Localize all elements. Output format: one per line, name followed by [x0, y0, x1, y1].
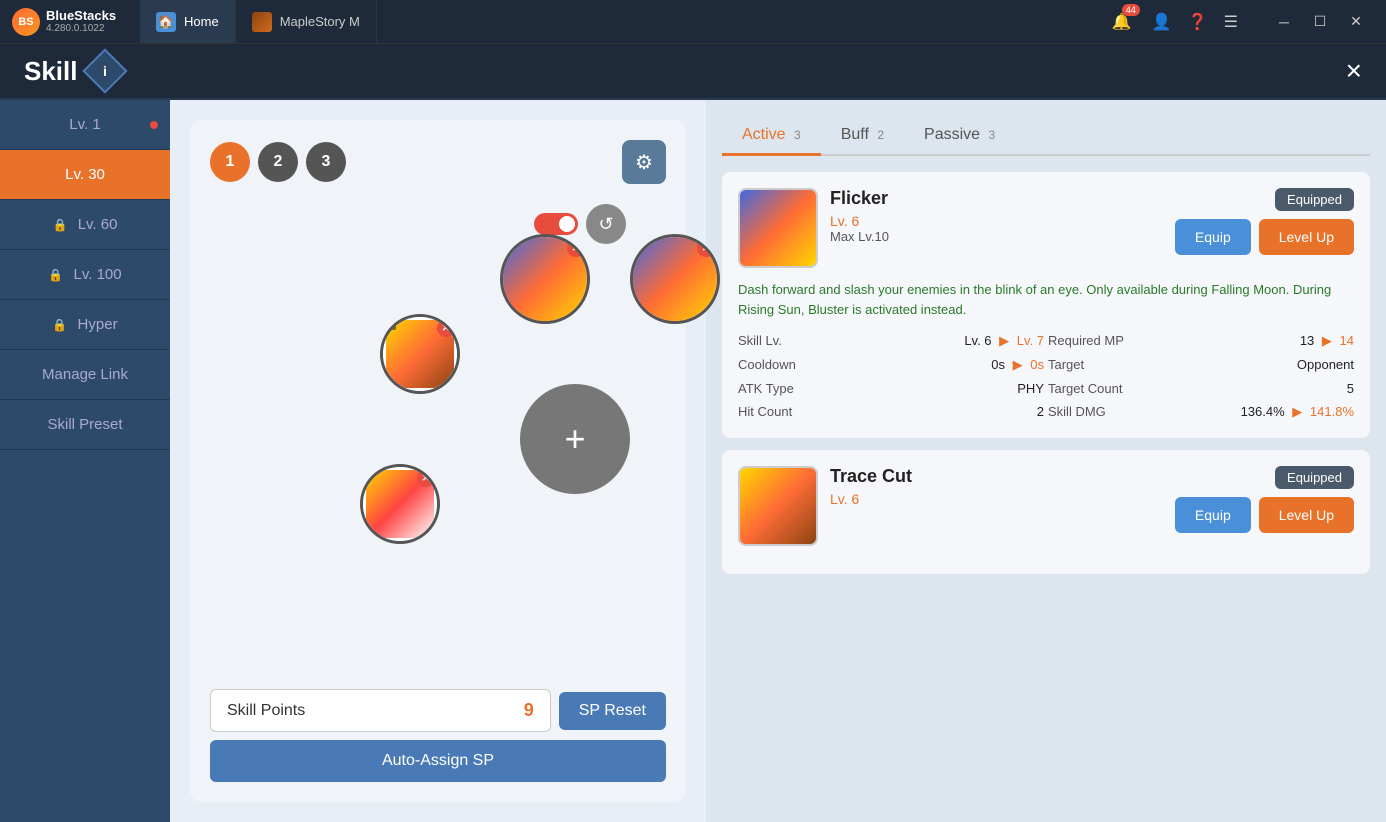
flicker-stats: Skill Lv. Lv. 6 ▶ Lv. 7 Required MP 13 ▶… — [738, 331, 1354, 422]
sidebar-item-lv30[interactable]: Lv. 30 — [0, 150, 170, 200]
toggle-switch[interactable] — [534, 213, 578, 235]
flicker-equipped-badge: Equipped — [1275, 188, 1354, 211]
maplestory-icon — [252, 12, 272, 32]
remove-btn-1[interactable]: ✕ — [567, 239, 585, 257]
remove-btn-4[interactable]: ✕ — [417, 469, 435, 487]
skill-header-trace-cut: Trace Cut Lv. 6 Equipped Equip Level Up — [738, 466, 1354, 546]
sidebar-item-hyper[interactable]: 🔒 Hyper — [0, 300, 170, 350]
trace-cut-levelup-button[interactable]: Level Up — [1259, 497, 1354, 533]
trace-cut-name: Trace Cut — [830, 466, 1163, 487]
sidebar-item-manage-link[interactable]: Manage Link — [0, 350, 170, 400]
stat-target-count: Target Count 5 — [1048, 379, 1354, 398]
sp-row: Skill Points 9 SP Reset — [210, 689, 666, 732]
flicker-desc: Dash forward and slash your enemies in t… — [738, 280, 1354, 319]
sidebar: Lv. 1 Lv. 30 🔒 Lv. 60 🔒 Lv. 100 🔒 Hyper … — [0, 100, 170, 822]
window-controls: ─ ☐ ✕ — [1254, 8, 1370, 36]
skill-slot-3[interactable]: ✕ P — [380, 314, 460, 394]
flicker-name: Flicker — [830, 188, 1163, 209]
trace-cut-equip-button[interactable]: Equip — [1175, 497, 1251, 533]
skill-header-flicker: Flicker Lv. 6 Max Lv.10 Equipped Equip L… — [738, 188, 1354, 268]
stat-target: Target Opponent — [1048, 355, 1354, 375]
sp-reset-button[interactable]: SP Reset — [559, 692, 666, 730]
tab-maplestory[interactable]: MapleStory M — [236, 0, 377, 43]
info-button[interactable]: i — [83, 48, 128, 93]
close-button[interactable]: ✕ — [1342, 8, 1370, 36]
logo-icon: BS — [12, 8, 40, 36]
tab-active[interactable]: Active 3 — [722, 116, 821, 154]
skill-slot-4[interactable]: ✕ — [360, 464, 440, 544]
sp-value: 9 — [524, 700, 534, 721]
notif-badge: 44 — [1122, 4, 1140, 16]
toggle-knob — [559, 216, 575, 232]
skill-card-trace-cut: Trace Cut Lv. 6 Equipped Equip Level Up — [722, 450, 1370, 574]
lock-icon-lv100: 🔒 — [48, 268, 63, 282]
tab-passive[interactable]: Passive 3 — [904, 116, 1015, 154]
skill-slot-1[interactable]: ✕ — [500, 234, 590, 324]
sidebar-item-lv100[interactable]: 🔒 Lv. 100 — [0, 250, 170, 300]
lock-icon-lv60: 🔒 — [53, 218, 68, 232]
help-icon[interactable]: ❓ — [1188, 12, 1208, 32]
stat-atk-type: ATK Type PHY — [738, 379, 1044, 398]
stat-skill-dmg: Skill DMG 136.4% ▶ 141.8% — [1048, 402, 1354, 422]
logo-text: BlueStacks 4.280.0.1022 — [46, 8, 116, 36]
app-bar: Skill i × — [0, 44, 1386, 100]
sidebar-dot-lv1 — [150, 121, 158, 129]
stat-required-mp: Required MP 13 ▶ 14 — [1048, 331, 1354, 351]
refresh-button[interactable]: ↺ — [586, 204, 626, 244]
minimize-button[interactable]: ─ — [1270, 8, 1298, 36]
remove-btn-2[interactable]: ✕ — [697, 239, 715, 257]
restore-button[interactable]: ☐ — [1306, 8, 1334, 36]
trace-cut-level: Lv. 6 — [830, 491, 1163, 507]
skill-card-flicker: Flicker Lv. 6 Max Lv.10 Equipped Equip L… — [722, 172, 1370, 438]
stat-hit-count: Hit Count 2 — [738, 402, 1044, 422]
app-title: Skill i — [24, 55, 121, 87]
tab-buff[interactable]: Buff 2 — [821, 116, 904, 154]
flicker-info: Flicker Lv. 6 Max Lv.10 — [830, 188, 1163, 244]
skill-panel-inner: 1 2 3 ⚙ ↺ ✕ — [190, 120, 686, 802]
stat-skill-lv: Skill Lv. Lv. 6 ▶ Lv. 7 — [738, 331, 1044, 351]
skill-slots: ↺ ✕ ✕ ✕ P — [210, 204, 666, 584]
notification-button[interactable]: 🔔 44 — [1108, 8, 1136, 36]
right-panel: Active 3 Buff 2 Passive 3 Flicker Lv. 6 — [706, 100, 1386, 822]
orb-2[interactable]: 2 — [258, 142, 298, 182]
skill-bottom: Skill Points 9 SP Reset Auto-Assign SP — [210, 689, 666, 782]
add-skill-slot[interactable]: + — [520, 384, 630, 494]
sp-label: Skill Points 9 — [210, 689, 551, 732]
trace-cut-icon — [738, 466, 818, 546]
trace-cut-actions: Equipped Equip Level Up — [1175, 466, 1354, 533]
skill-panel: 1 2 3 ⚙ ↺ ✕ — [170, 100, 706, 822]
auto-assign-button[interactable]: Auto-Assign SP — [210, 740, 666, 782]
main-content: Lv. 1 Lv. 30 🔒 Lv. 60 🔒 Lv. 100 🔒 Hyper … — [0, 100, 1386, 822]
top-bar-actions: 🔔 44 👤 ❓ ☰ ─ ☐ ✕ — [1092, 8, 1386, 36]
flicker-actions: Equipped Equip Level Up — [1175, 188, 1354, 255]
orb-3[interactable]: 3 — [306, 142, 346, 182]
skill-slot-2[interactable]: ✕ — [630, 234, 720, 324]
bluestacks-logo: BS BlueStacks 4.280.0.1022 — [0, 8, 140, 36]
sidebar-item-lv1[interactable]: Lv. 1 — [0, 100, 170, 150]
trace-cut-equipped-badge: Equipped — [1275, 466, 1354, 489]
remove-btn-3[interactable]: ✕ — [437, 319, 455, 337]
account-icon[interactable]: 👤 — [1152, 12, 1172, 32]
skill-tabs: Active 3 Buff 2 Passive 3 — [722, 116, 1370, 156]
top-bar: BS BlueStacks 4.280.0.1022 🏠 Home MapleS… — [0, 0, 1386, 44]
close-skill-button[interactable]: × — [1346, 55, 1362, 87]
flicker-levelup-button[interactable]: Level Up — [1259, 219, 1354, 255]
settings-button[interactable]: ⚙ — [622, 140, 666, 184]
flicker-equip-button[interactable]: Equip — [1175, 219, 1251, 255]
lock-icon-hyper: 🔒 — [52, 318, 67, 332]
stat-cooldown: Cooldown 0s ▶ 0s — [738, 355, 1044, 375]
orb-1[interactable]: 1 — [210, 142, 250, 182]
orb-row: 1 2 3 ⚙ — [210, 140, 666, 184]
sidebar-item-skill-preset[interactable]: Skill Preset — [0, 400, 170, 450]
flicker-max-lv: Max Lv.10 — [830, 229, 1163, 244]
flicker-icon — [738, 188, 818, 268]
flicker-level: Lv. 6 — [830, 213, 1163, 229]
sidebar-item-lv60[interactable]: 🔒 Lv. 60 — [0, 200, 170, 250]
home-icon: 🏠 — [156, 12, 176, 32]
tab-home[interactable]: 🏠 Home — [140, 0, 236, 43]
menu-icon[interactable]: ☰ — [1224, 12, 1238, 32]
trace-cut-info: Trace Cut Lv. 6 — [830, 466, 1163, 507]
